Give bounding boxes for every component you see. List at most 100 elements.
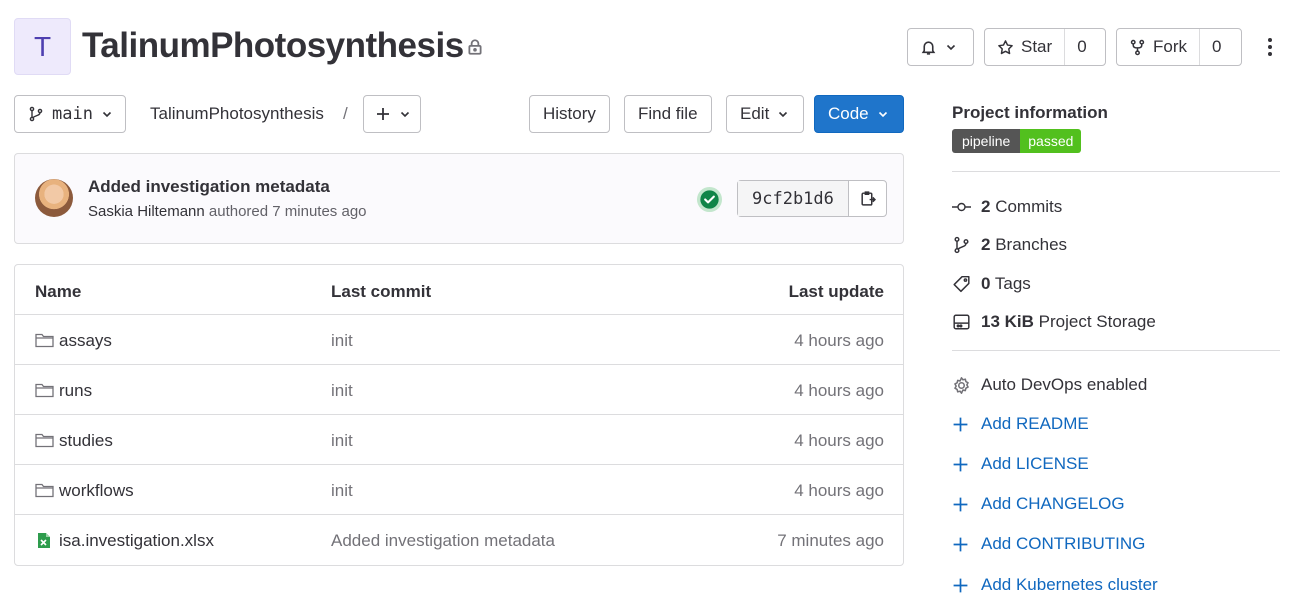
bell-icon — [920, 39, 937, 56]
file-name[interactable]: isa.investigation.xlsx — [59, 531, 214, 551]
branch-selector[interactable]: main — [14, 95, 126, 133]
pipeline-status-badge[interactable]: pipeline passed — [952, 129, 1082, 153]
fork-button-group: Fork 0 — [1116, 28, 1242, 66]
spreadsheet-file-icon — [37, 532, 51, 549]
tags-link[interactable]: 0 Tags — [952, 274, 1031, 294]
commit-title[interactable]: Added investigation metadata — [88, 177, 330, 197]
star-button[interactable]: Star — [985, 29, 1064, 65]
commit-sha[interactable]: 9cf2b1d6 — [738, 181, 848, 216]
more-actions-icon[interactable] — [1262, 36, 1278, 58]
commit-time: authored 7 minutes ago — [208, 203, 367, 220]
tag-icon — [952, 275, 971, 293]
last-commit-panel: Added investigation metadata Saskia Hilt… — [14, 153, 904, 244]
column-name: Name — [35, 282, 82, 301]
file-name[interactable]: assays — [59, 331, 112, 351]
project-avatar: T — [14, 18, 71, 75]
project-title[interactable]: TalinumPhotosynthesis — [82, 26, 464, 66]
add-license-link[interactable]: Add LICENSE — [952, 454, 1089, 474]
notification-button[interactable] — [907, 28, 974, 66]
folder-icon — [35, 382, 54, 398]
pipeline-success-icon[interactable] — [696, 186, 723, 213]
file-name[interactable]: workflows — [59, 481, 134, 501]
file-last-commit[interactable]: init — [331, 331, 353, 351]
file-name[interactable]: studies — [59, 431, 113, 451]
storage-icon — [952, 313, 971, 331]
commits-label: Commits — [995, 197, 1063, 216]
avatar[interactable] — [35, 179, 73, 217]
file-last-commit[interactable]: init — [331, 431, 353, 451]
chevron-down-icon — [777, 108, 789, 120]
column-last-commit: Last commit — [331, 282, 432, 301]
add-license-label: Add LICENSE — [981, 454, 1089, 473]
badge-label: pipeline — [952, 129, 1021, 153]
commit-sha-group: 9cf2b1d6 — [737, 180, 887, 217]
add-contributing-label: Add CONTRIBUTING — [981, 534, 1146, 553]
branches-link[interactable]: 2 Branches — [952, 235, 1067, 255]
copy-sha-button[interactable] — [847, 181, 886, 216]
file-last-commit[interactable]: init — [331, 381, 353, 401]
file-last-update: 4 hours ago — [794, 331, 884, 350]
file-last-commit[interactable]: init — [331, 481, 353, 501]
commits-link[interactable]: 2 Commits — [952, 197, 1062, 217]
add-contributing-link[interactable]: Add CONTRIBUTING — [952, 534, 1145, 554]
plus-icon — [952, 456, 969, 473]
file-last-update: 4 hours ago — [794, 381, 884, 400]
plus-icon — [952, 496, 969, 513]
plus-icon — [375, 106, 391, 122]
storage-label: Project Storage — [1038, 312, 1156, 331]
plus-icon — [952, 416, 969, 433]
branch-name: main — [52, 104, 93, 124]
find-file-button[interactable]: Find file — [624, 95, 712, 133]
divider — [952, 171, 1280, 172]
fork-icon — [1129, 39, 1146, 56]
gear-icon — [952, 376, 971, 395]
tags-count: 0 — [981, 274, 991, 293]
tags-label: Tags — [994, 274, 1031, 293]
plus-icon — [952, 577, 969, 594]
chevron-down-icon — [945, 41, 957, 53]
add-readme-link[interactable]: Add README — [952, 414, 1089, 434]
star-count[interactable]: 0 — [1064, 29, 1098, 65]
edit-dropdown[interactable]: Edit — [726, 95, 804, 133]
auto-devops-link[interactable]: Auto DevOps enabled — [952, 375, 1147, 395]
storage-link[interactable]: 13 KiB Project Storage — [952, 312, 1156, 332]
table-row[interactable]: workflows init 4 hours ago — [15, 465, 903, 515]
add-kubernetes-link[interactable]: Add Kubernetes cluster — [952, 575, 1158, 595]
plus-icon — [952, 536, 969, 553]
table-row[interactable]: studies init 4 hours ago — [15, 415, 903, 465]
commit-author[interactable]: Saskia Hiltemann — [88, 203, 205, 220]
file-last-update: 4 hours ago — [794, 431, 884, 450]
file-last-commit[interactable]: Added investigation metadata — [331, 531, 555, 551]
fork-label: Fork — [1153, 37, 1187, 56]
code-dropdown[interactable]: Code — [814, 95, 904, 133]
table-row[interactable]: isa.investigation.xlsx Added investigati… — [15, 515, 903, 565]
add-new-dropdown[interactable] — [363, 95, 421, 133]
badge-value: passed — [1020, 129, 1082, 153]
storage-size: 13 KiB — [981, 312, 1034, 331]
branch-icon — [28, 106, 44, 122]
star-icon — [997, 39, 1014, 56]
star-label: Star — [1021, 37, 1053, 56]
folder-icon — [35, 332, 54, 348]
file-last-update: 7 minutes ago — [777, 531, 884, 550]
branches-label: Branches — [995, 235, 1068, 254]
breadcrumb-separator: / — [343, 104, 348, 123]
folder-icon — [35, 432, 54, 448]
fork-button[interactable]: Fork — [1117, 29, 1199, 65]
code-label: Code — [828, 104, 869, 123]
project-information-title: Project information — [952, 103, 1108, 122]
auto-devops-label: Auto DevOps enabled — [981, 375, 1148, 394]
file-name[interactable]: runs — [59, 381, 92, 401]
table-row[interactable]: assays init 4 hours ago — [15, 315, 903, 365]
edit-label: Edit — [740, 104, 770, 123]
branch-icon — [952, 236, 971, 254]
table-row[interactable]: runs init 4 hours ago — [15, 365, 903, 415]
breadcrumb[interactable]: TalinumPhotosynthesis — [150, 104, 324, 124]
chevron-down-icon — [877, 108, 889, 120]
chevron-down-icon — [101, 108, 113, 120]
add-changelog-link[interactable]: Add CHANGELOG — [952, 494, 1125, 514]
commit-icon — [952, 198, 971, 216]
fork-count[interactable]: 0 — [1199, 29, 1233, 65]
history-button[interactable]: History — [529, 95, 610, 133]
table-header: Name Last commit Last update — [15, 265, 903, 315]
